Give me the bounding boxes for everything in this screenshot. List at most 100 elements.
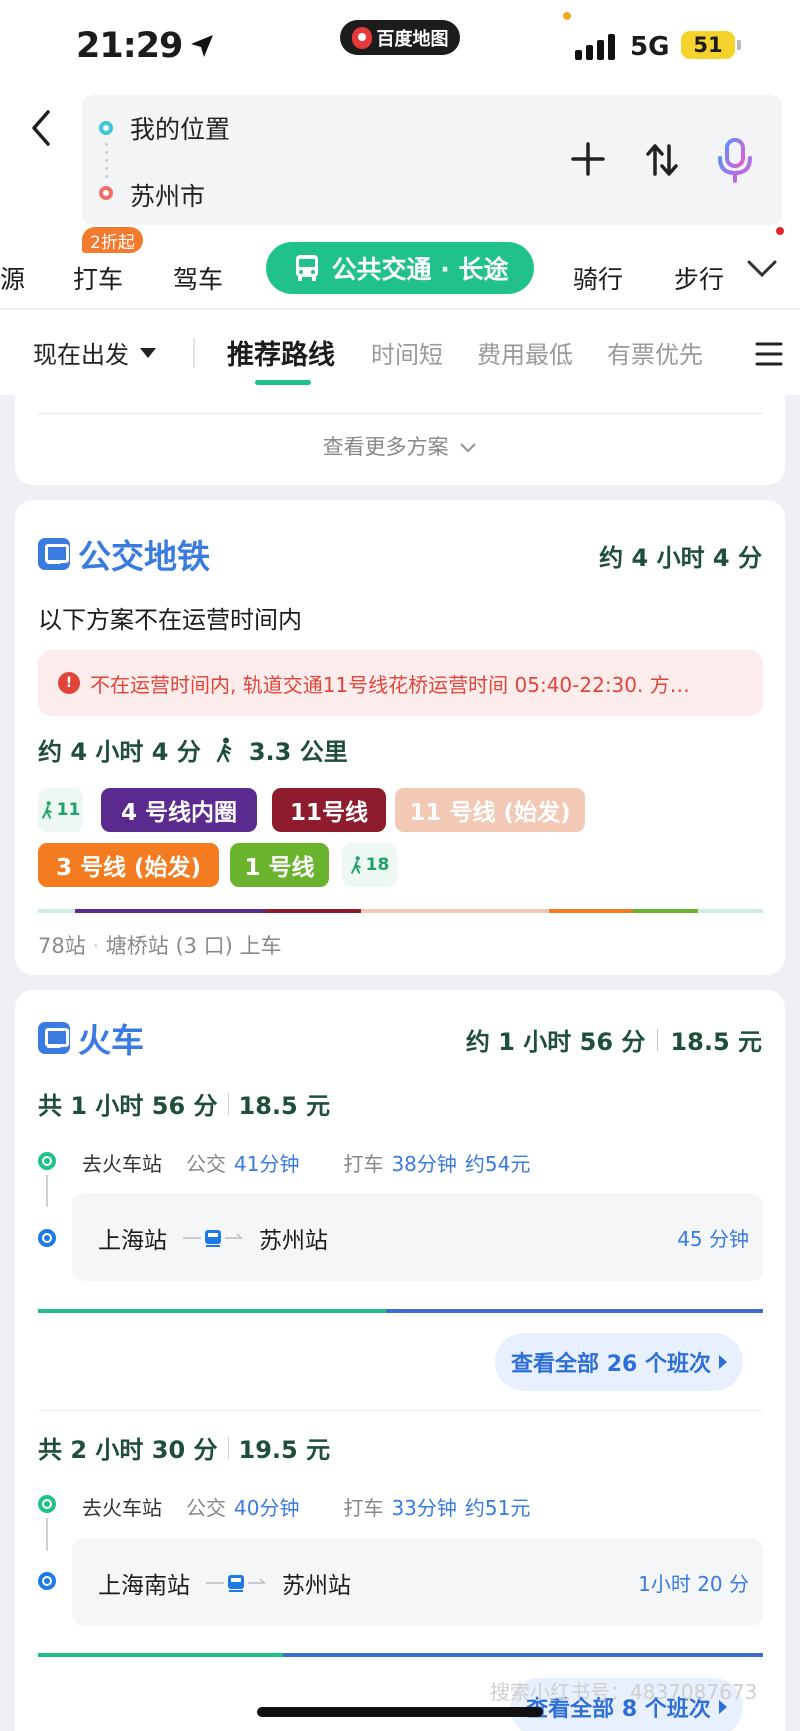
train-segment[interactable]: 上海南站 苏州站 1小时 20 分 xyxy=(72,1538,763,1626)
view-more-plans-button[interactable]: 查看更多方案 xyxy=(15,431,785,461)
tab-shortest-time[interactable]: 时间短 xyxy=(371,310,443,395)
tab-lowest-cost[interactable]: 费用最低 xyxy=(477,310,573,395)
tab-cycling[interactable]: 骑行 xyxy=(573,248,623,308)
battery-icon: 51 xyxy=(681,31,735,59)
connector-dot xyxy=(105,175,108,178)
view-all-trains-button[interactable]: 查看全部 26 个班次 xyxy=(495,1333,743,1391)
bar-line4 xyxy=(75,909,265,913)
train-route: 上海站 苏州站 xyxy=(98,1221,328,1255)
bar-transfer xyxy=(38,1309,386,1313)
bus-icon xyxy=(295,255,318,281)
route-progress-bar xyxy=(38,1653,763,1657)
walk-segment: 18 xyxy=(342,843,397,887)
connector-dot xyxy=(105,143,108,146)
add-waypoint-icon[interactable] xyxy=(570,141,606,177)
taxi-price: 约51元 xyxy=(464,1496,531,1520)
bus-label: 公交 xyxy=(186,1496,226,1520)
back-icon[interactable] xyxy=(28,108,54,148)
connector-dot xyxy=(105,167,108,170)
tab-walking[interactable]: 步行 xyxy=(674,248,724,308)
bar-line11 xyxy=(265,909,361,913)
connector-dot xyxy=(105,151,108,154)
arrival-station: 苏州站 xyxy=(282,1573,351,1599)
bar-transfer xyxy=(38,1653,283,1657)
privacy-dot xyxy=(563,12,571,20)
to-station-label: 去火车站 xyxy=(82,1496,162,1520)
caret-down-icon xyxy=(140,347,156,358)
departure-station: 上海南站 xyxy=(98,1573,190,1599)
taxi-price: 约54元 xyxy=(464,1152,531,1176)
route-progress-bar xyxy=(38,1309,763,1313)
to-station-row[interactable]: 去火车站 公交 41分钟 打车 38分钟 约54元 xyxy=(82,1148,530,1177)
bar-walk xyxy=(698,909,763,913)
option-total-time: 共 1 小时 56 分 xyxy=(38,1092,218,1120)
tab-tickets-first[interactable]: 有票优先 xyxy=(607,310,703,395)
train-title: 火车 xyxy=(38,1014,144,1062)
walk-minutes: 11 xyxy=(56,800,81,820)
bar-train xyxy=(283,1653,763,1657)
connector-line xyxy=(46,1518,48,1551)
connector-line xyxy=(46,1175,48,1207)
swap-icon[interactable] xyxy=(645,142,679,178)
view-all-label: 查看全部 26 个班次 xyxy=(511,1352,711,1377)
home-indicator[interactable] xyxy=(257,1707,543,1717)
menu-icon[interactable] xyxy=(755,341,783,367)
destination-dot-icon xyxy=(99,186,113,200)
to-station-label: 去火车站 xyxy=(82,1152,162,1176)
origin-field[interactable]: 我的位置 xyxy=(130,110,230,146)
taxi-time: 33分钟 xyxy=(391,1496,457,1520)
tab-source[interactable]: 源 xyxy=(0,248,25,308)
chevron-down-icon[interactable] xyxy=(746,258,778,280)
depart-time-dropdown[interactable]: 现在出发 xyxy=(33,310,157,395)
bus-summary: 约 4 小时 4 分 3.3 公里 xyxy=(38,732,348,767)
divider xyxy=(38,1410,763,1411)
taxi-time: 38分钟 xyxy=(391,1152,457,1176)
line-chip-1: 1 号线 xyxy=(230,843,329,887)
walk-segment: 11 xyxy=(38,788,83,832)
bar-line3 xyxy=(549,909,633,913)
option-price: 19.5 元 xyxy=(238,1436,331,1464)
origin-dot-icon xyxy=(99,121,113,135)
bus-subway-card[interactable]: 公交地铁 约 4 小时 4 分 以下方案不在运营时间内 ! 不在运营时间内, 轨… xyxy=(15,500,785,975)
service-alert[interactable]: ! 不在运营时间内, 轨道交通11号线花桥运营时间 05:40-22:30. 方… xyxy=(38,650,763,716)
line-chip-11: 11号线 xyxy=(272,788,386,832)
depart-time-label: 现在出发 xyxy=(33,341,129,369)
train-segment[interactable]: 上海站 苏州站 45 分钟 xyxy=(72,1193,763,1281)
option-price: 18.5 元 xyxy=(238,1092,331,1120)
bus-stops-info: 78站 · 塘桥站 (3 口) 上车 xyxy=(38,934,282,958)
departure-station: 上海站 xyxy=(98,1228,167,1254)
route-filter-bar: 现在出发 推荐路线 时间短 费用最低 有票优先 xyxy=(0,310,800,395)
train-arrow-icon xyxy=(206,1575,266,1592)
app-pill[interactable]: 百度地图 xyxy=(340,20,460,55)
station-dot-icon xyxy=(38,1229,56,1247)
service-alert-text: 不在运营时间内, 轨道交通11号线花桥运营时间 05:40-22:30. 方… xyxy=(90,672,690,697)
taxi-label: 打车 xyxy=(343,1152,384,1176)
train-icon xyxy=(38,1022,70,1054)
walking-icon xyxy=(216,737,232,762)
train-title-text: 火车 xyxy=(78,1021,144,1060)
line-chip-4: 4 号线内圈 xyxy=(101,788,257,832)
tab-public-transit[interactable]: 公共交通 · 长途 xyxy=(266,242,534,294)
train-card: 火车 约 1 小时 56 分 18.5 元 共 1 小时 56 分 18.5 元… xyxy=(15,990,785,1731)
status-time: 21:29 xyxy=(76,26,216,66)
tab-taxi[interactable]: 打车 xyxy=(73,248,123,308)
walk-minutes: 18 xyxy=(365,855,390,875)
microphone-icon[interactable] xyxy=(715,137,755,185)
location-arrow-icon xyxy=(191,35,214,57)
tab-public-transit-label: 公共交通 · 长途 xyxy=(331,255,509,284)
start-dot-icon xyxy=(38,1152,56,1170)
divider xyxy=(38,413,763,414)
destination-field[interactable]: 苏州市 xyxy=(130,177,205,213)
taxi-discount-badge: 2折起 xyxy=(82,227,143,253)
ride-duration: 45 分钟 xyxy=(677,1227,749,1251)
baidu-map-icon xyxy=(351,26,372,49)
line-chip-3-start: 3 号线 (始发) xyxy=(38,843,219,887)
tab-drive[interactable]: 驾车 xyxy=(173,248,223,308)
connector-dot xyxy=(105,159,108,162)
train-summary: 约 1 小时 56 分 18.5 元 xyxy=(466,1022,762,1057)
notification-dot xyxy=(776,227,784,235)
to-station-row[interactable]: 去火车站 公交 40分钟 打车 33分钟 约51元 xyxy=(82,1492,530,1521)
bus-summary-time: 约 4 小时 4 分 xyxy=(38,738,201,766)
bus-duration: 约 4 小时 4 分 xyxy=(599,544,762,572)
train-arrow-icon xyxy=(183,1230,243,1247)
